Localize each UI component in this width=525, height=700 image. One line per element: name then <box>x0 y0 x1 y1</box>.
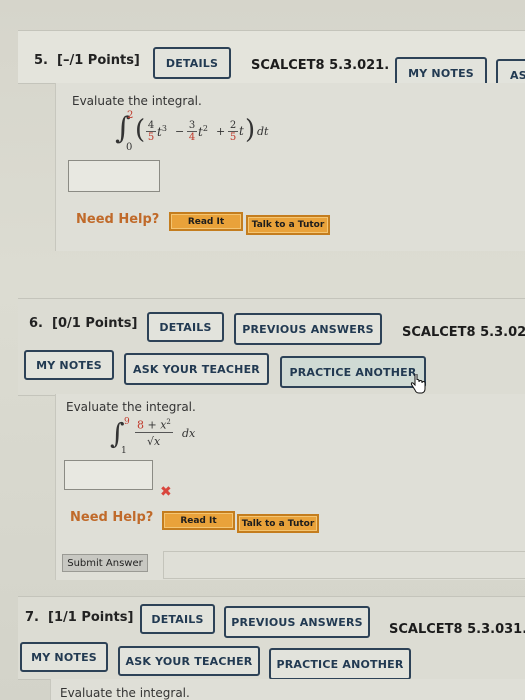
q6-denominator: √x <box>147 435 161 448</box>
q7-previous-answers-button[interactable]: PREVIOUS ANSWERS <box>224 606 370 638</box>
q7-ask-teacher-button[interactable]: ASK YOUR TEACHER <box>118 646 260 676</box>
q6-answer-input[interactable] <box>64 460 153 490</box>
q6-code: SCALCET8 5.3.029. <box>402 325 525 340</box>
q5-integral: ∫ 2 0 ( 4 5 t3 − 3 4 t2 + 2 5 t ) dt <box>115 110 269 153</box>
q5-term2-num: 3 <box>187 120 197 132</box>
q5-differential: dt <box>257 125 269 138</box>
q5-need-help-label: Need Help? <box>76 212 160 227</box>
q6-read-it-button[interactable]: Read It <box>162 511 235 530</box>
q6-ask-teacher-button[interactable]: ASK YOUR TEACHER <box>124 353 269 385</box>
q6-submit-answer-button[interactable]: Submit Answer <box>62 554 148 572</box>
q5-lower-limit: 0 <box>126 142 133 153</box>
q6-details-button[interactable]: DETAILS <box>147 312 224 342</box>
q5-term1-num: 4 <box>146 120 156 132</box>
q6-talk-to-tutor-button[interactable]: Talk to a Tutor <box>237 514 319 533</box>
hand-cursor-icon <box>410 374 426 394</box>
q5-number: 5. [–/1 Points] <box>34 53 140 68</box>
q6-need-help-label: Need Help? <box>70 510 154 525</box>
q6-numerator-rest: + x <box>144 418 167 432</box>
q6-my-notes-button[interactable]: MY NOTES <box>24 350 114 380</box>
q5-term1-den: 5 <box>147 132 155 143</box>
q5-term3-den: 5 <box>229 132 237 143</box>
q7-my-notes-button[interactable]: MY NOTES <box>20 642 108 672</box>
q6-submit-area <box>163 551 525 579</box>
q6-integral: ∫ 9 1 8 + x2 √x dx <box>110 417 196 456</box>
q5-term1-exp: 3 <box>161 124 167 133</box>
q6-points: [0/1 Points] <box>52 316 138 331</box>
q6-previous-answers-button[interactable]: PREVIOUS ANSWERS <box>234 313 382 345</box>
q5-op2: + <box>216 125 226 138</box>
q5-upper-limit: 2 <box>127 110 134 121</box>
incorrect-x-icon: ✖ <box>160 484 172 500</box>
q5-term3-var: t <box>239 124 244 138</box>
q6-number: 6. [0/1 Points] <box>29 316 138 331</box>
q5-term3-num: 2 <box>228 120 238 132</box>
q5-details-button[interactable]: DETAILS <box>153 47 231 79</box>
q5-answer-input[interactable] <box>68 160 160 192</box>
q6-numerator-const: 8 <box>137 418 144 432</box>
q6-differential: dx <box>182 427 196 440</box>
q5-term2-exp: 2 <box>202 124 208 133</box>
q7-details-button[interactable]: DETAILS <box>140 604 215 634</box>
page: 5. [–/1 Points] DETAILS SCALCET8 5.3.021… <box>0 0 525 700</box>
q7-code: SCALCET8 5.3.031. <box>389 622 525 637</box>
q7-prompt: Evaluate the integral. <box>60 686 190 700</box>
q5-code: SCALCET8 5.3.021. <box>251 58 390 73</box>
q5-prompt: Evaluate the integral. <box>72 94 202 108</box>
q5-talk-to-tutor-button[interactable]: Talk to a Tutor <box>246 215 330 235</box>
q6-lower-limit: 1 <box>121 446 127 456</box>
q6-prompt: Evaluate the integral. <box>66 400 196 414</box>
q6-numerator-exp: 2 <box>166 418 171 426</box>
q6-upper-limit: 9 <box>124 417 130 427</box>
q7-number: 7. [1/1 Points] <box>25 610 134 625</box>
q5-read-it-button[interactable]: Read It <box>169 212 243 231</box>
q5-term2-den: 4 <box>188 132 196 143</box>
q5-points: [–/1 Points] <box>57 53 140 68</box>
q5-op1: − <box>175 125 185 138</box>
q7-practice-another-button[interactable]: PRACTICE ANOTHER <box>269 648 411 680</box>
q6-practice-another-button[interactable]: PRACTICE ANOTHER <box>280 356 426 388</box>
q7-points: [1/1 Points] <box>48 610 134 625</box>
